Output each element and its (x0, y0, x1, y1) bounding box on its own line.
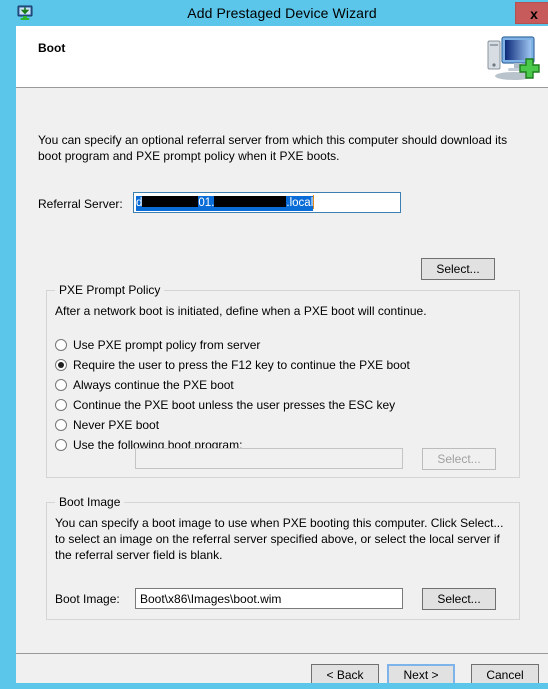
pxe-prompt-policy-group: PXE Prompt Policy After a network boot i… (46, 283, 520, 478)
referral-server-value: d 01. .local (136, 195, 315, 211)
referral-value-suffix: .local (286, 197, 314, 209)
radio-icon (55, 419, 67, 431)
select-boot-program-button[interactable]: Select... (422, 448, 496, 470)
boot-image-input[interactable]: Boot\x86\Images\boot.wim (135, 588, 403, 609)
intro-text: You can specify an optional referral ser… (38, 133, 508, 163)
radio-icon (55, 439, 67, 451)
title-bar: Add Prestaged Device Wizard x (8, 0, 548, 26)
radio-label: Require the user to press the F12 key to… (73, 358, 410, 372)
back-button[interactable]: < Back (311, 664, 379, 683)
boot-image-description: You can specify a boot image to use when… (55, 516, 504, 562)
radio-icon (55, 339, 67, 351)
boot-program-input[interactable] (135, 448, 403, 469)
boot-image-label: Boot Image: (55, 592, 120, 606)
radio-icon-selected (55, 359, 67, 371)
computer-add-icon (484, 31, 540, 83)
next-button[interactable]: Next > (387, 664, 455, 683)
client-area: Boot You can specify an optional referra… (16, 26, 548, 683)
redaction-bar (142, 196, 199, 207)
radio-icon (55, 379, 67, 391)
select-boot-image-button[interactable]: Select... (422, 588, 496, 610)
select-referral-server-button[interactable]: Select... (421, 258, 495, 280)
window-title: Add Prestaged Device Wizard (187, 5, 377, 21)
page-body: You can specify an optional referral ser… (16, 88, 548, 621)
wizard-window: Add Prestaged Device Wizard x Boot You c… (0, 0, 548, 689)
referral-server-input[interactable]: d 01. .local (133, 192, 401, 213)
redaction-bar (214, 196, 287, 207)
radio-label: Never PXE boot (73, 418, 160, 432)
pxe-group-legend: PXE Prompt Policy (55, 283, 165, 297)
cancel-button[interactable]: Cancel (471, 664, 539, 683)
boot-image-group: Boot Image You can specify a boot image … (46, 495, 520, 620)
radio-label: Continue the PXE boot unless the user pr… (73, 398, 396, 412)
text-caret (313, 195, 315, 209)
radio-icon (55, 399, 67, 411)
boot-image-value: Boot\x86\Images\boot.wim (140, 592, 282, 606)
close-button[interactable]: x (515, 2, 548, 24)
referral-value-middle: 01. (198, 197, 215, 209)
radio-label: Always continue the PXE boot (73, 378, 234, 392)
pxe-group-description: After a network boot is initiated, defin… (55, 304, 427, 318)
footer-divider (16, 653, 548, 654)
radio-label: Use PXE prompt policy from server (73, 338, 261, 352)
referral-server-label: Referral Server: (38, 197, 123, 211)
page-title: Boot (38, 41, 66, 55)
wizard-header: Boot (16, 26, 548, 88)
boot-image-group-legend: Boot Image (55, 495, 125, 509)
